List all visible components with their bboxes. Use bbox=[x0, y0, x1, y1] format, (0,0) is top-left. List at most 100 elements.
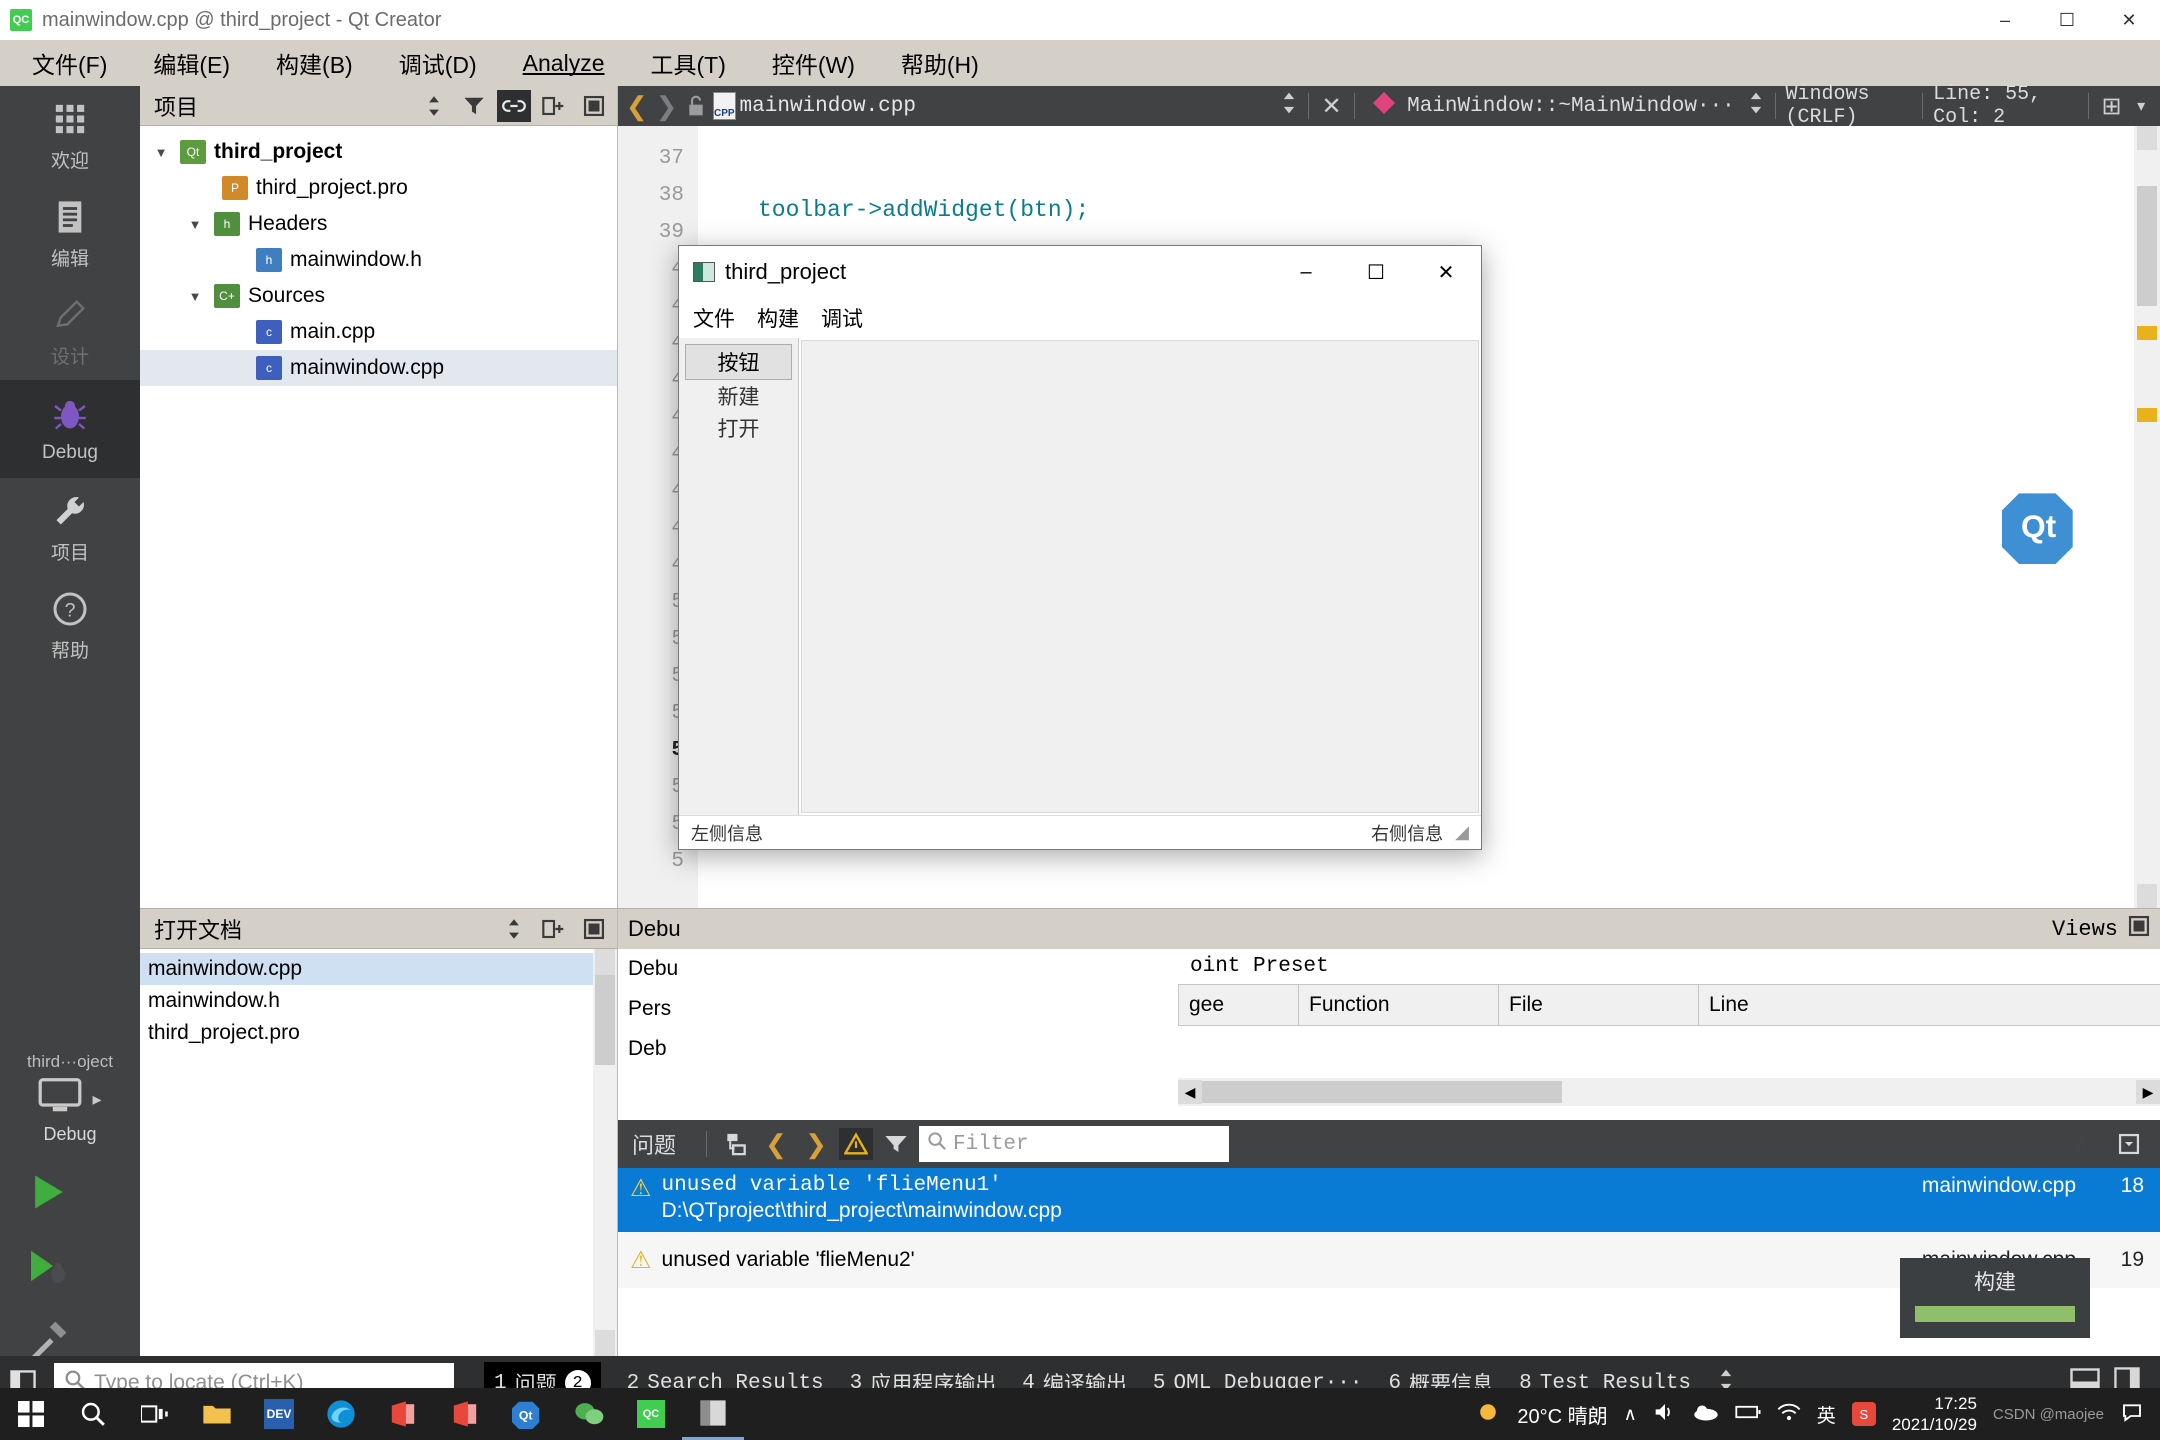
cloud-icon[interactable] bbox=[1693, 1401, 1719, 1428]
scroll-thumb[interactable] bbox=[595, 975, 615, 1065]
app-menu-debug[interactable]: 调试 bbox=[821, 303, 863, 333]
debug-button[interactable] bbox=[0, 1229, 140, 1303]
app-central-widget[interactable] bbox=[801, 340, 1479, 813]
menu-build[interactable]: 构建(B) bbox=[268, 42, 361, 84]
menu-edit[interactable]: 编辑(E) bbox=[145, 42, 238, 84]
list-item[interactable]: third_project.pro bbox=[140, 1017, 617, 1049]
tree-row-mainwindow-cpp[interactable]: c mainwindow.cpp bbox=[140, 350, 617, 386]
search-icon[interactable] bbox=[62, 1388, 124, 1440]
chevron-down-icon[interactable]: ▼ bbox=[150, 145, 172, 160]
mode-projects[interactable]: 项目 bbox=[0, 478, 140, 576]
split-icon[interactable] bbox=[537, 913, 571, 945]
chevron-up-icon[interactable]: ∧ bbox=[1624, 1404, 1637, 1425]
notification-icon[interactable] bbox=[2120, 1401, 2144, 1428]
column-header[interactable]: File bbox=[1498, 984, 1698, 1026]
battery-icon[interactable] bbox=[1735, 1402, 1761, 1427]
app-minimize-button[interactable]: – bbox=[1271, 246, 1341, 298]
filter-input[interactable]: Filter bbox=[919, 1126, 1230, 1162]
tree-row-project[interactable]: ▼ Qt third_project bbox=[140, 134, 617, 170]
mode-design[interactable]: 设计 bbox=[0, 282, 140, 380]
list-item[interactable]: mainwindow.h bbox=[140, 985, 617, 1017]
app-maximize-button[interactable]: ☐ bbox=[1341, 246, 1411, 298]
app-action-new[interactable]: 新建 bbox=[679, 380, 798, 412]
menu-tools[interactable]: 工具(T) bbox=[642, 42, 733, 84]
tree-row-mainwindow-h[interactable]: h mainwindow.h bbox=[140, 242, 617, 278]
close-panel-icon[interactable] bbox=[577, 90, 611, 122]
scroll-thumb[interactable] bbox=[1202, 1081, 1562, 1103]
sort-icon[interactable] bbox=[417, 90, 451, 122]
collapse-icon[interactable]: ∧ bbox=[2064, 1128, 2098, 1160]
mode-help[interactable]: ? 帮助 bbox=[0, 576, 140, 674]
line-ending-selector[interactable]: Windows (CRLF) bbox=[1786, 83, 1913, 129]
editor-dropdown-icon[interactable]: ▾ bbox=[2128, 90, 2154, 122]
column-header[interactable]: Function bbox=[1298, 984, 1498, 1026]
minimize-button[interactable]: – bbox=[1974, 0, 2036, 40]
chevron-down-icon[interactable]: ▼ bbox=[184, 289, 206, 304]
app-toolbar-button[interactable]: 按钮 bbox=[685, 344, 792, 380]
filter-icon[interactable] bbox=[879, 1128, 913, 1160]
mode-welcome[interactable]: 欢迎 bbox=[0, 86, 140, 184]
menu-analyze[interactable]: Analyze bbox=[515, 46, 613, 81]
column-header[interactable]: Line bbox=[1698, 984, 2160, 1026]
qt-icon[interactable]: Qt bbox=[496, 1388, 558, 1440]
app-action-open[interactable]: 打开 bbox=[679, 412, 798, 444]
filter-icon[interactable] bbox=[457, 90, 491, 122]
network-icon[interactable] bbox=[1777, 1402, 1801, 1427]
run-button[interactable] bbox=[0, 1155, 140, 1229]
close-dock-icon[interactable] bbox=[2128, 915, 2150, 943]
editor-file-dropdown[interactable] bbox=[1280, 90, 1298, 122]
unlocked-icon[interactable] bbox=[683, 90, 709, 122]
table-row[interactable]: ⚠ unused variable 'flieMenu1' D:\QTproje… bbox=[618, 1168, 2160, 1232]
sort-icon[interactable] bbox=[497, 913, 531, 945]
mode-edit[interactable]: 编辑 bbox=[0, 184, 140, 282]
active-app-icon[interactable] bbox=[682, 1388, 744, 1440]
split-icon[interactable] bbox=[537, 90, 571, 122]
link-icon[interactable] bbox=[497, 89, 531, 122]
scroll-up-arrow[interactable] bbox=[2137, 126, 2157, 150]
tree-row-sources[interactable]: ▼ C+ Sources bbox=[140, 278, 617, 314]
app-menu-build[interactable]: 构建 bbox=[757, 303, 799, 333]
third-project-app-window[interactable]: third_project – ☐ ✕ 文件 构建 调试 按钮 新建 打开 左侧… bbox=[678, 245, 1482, 850]
breakpoint-hscrollbar[interactable]: ◀ ▶ bbox=[1178, 1078, 2160, 1106]
scroll-down-arrow[interactable] bbox=[595, 1330, 615, 1356]
qtcreator-icon[interactable]: QC bbox=[620, 1388, 682, 1440]
volume-icon[interactable] bbox=[1653, 1401, 1677, 1428]
editor-close-icon[interactable]: ✕ bbox=[1319, 90, 1345, 122]
menu-help[interactable]: 帮助(H) bbox=[893, 42, 987, 84]
wechat-icon[interactable] bbox=[558, 1388, 620, 1440]
warning-filter-icon[interactable] bbox=[839, 1128, 874, 1160]
goto-icon[interactable] bbox=[719, 1128, 753, 1160]
resize-grip-icon[interactable]: ◢ bbox=[1455, 822, 1469, 843]
tree-row-headers[interactable]: ▼ h Headers bbox=[140, 206, 617, 242]
close-button[interactable]: ✕ bbox=[2098, 0, 2160, 40]
views-button[interactable]: Views bbox=[2052, 917, 2118, 942]
office2-icon[interactable] bbox=[434, 1388, 496, 1440]
editor-filename[interactable]: mainwindow.cpp bbox=[740, 95, 916, 118]
ime-icon[interactable]: 英 bbox=[1817, 1401, 1836, 1428]
nav-forward-icon[interactable]: ❯ bbox=[654, 90, 680, 122]
next-issue-icon[interactable]: ❯ bbox=[799, 1128, 833, 1160]
scroll-thumb[interactable] bbox=[2137, 186, 2157, 306]
scroll-down-arrow[interactable] bbox=[2137, 884, 2157, 908]
app-menu-file[interactable]: 文件 bbox=[693, 303, 735, 333]
more-options-icon[interactable] bbox=[2112, 1128, 2146, 1160]
warning-marker[interactable] bbox=[2137, 408, 2157, 422]
nav-back-icon[interactable]: ❮ bbox=[624, 90, 650, 122]
chevron-down-icon[interactable]: ▼ bbox=[184, 217, 206, 232]
sogou-icon[interactable]: S bbox=[1851, 1402, 1876, 1426]
prev-issue-icon[interactable]: ❮ bbox=[759, 1128, 793, 1160]
tree-row-pro-file[interactable]: P third_project.pro bbox=[140, 170, 617, 206]
taskview-icon[interactable] bbox=[124, 1388, 186, 1440]
scroll-up-arrow[interactable] bbox=[595, 949, 615, 975]
mode-debug[interactable]: Debug bbox=[0, 380, 140, 478]
explorer-icon[interactable] bbox=[186, 1388, 248, 1440]
open-documents-scrollbar[interactable] bbox=[593, 949, 617, 1356]
clock[interactable]: 17:25 2021/10/29 bbox=[1892, 1393, 1977, 1436]
warning-marker[interactable] bbox=[2137, 326, 2157, 340]
scroll-left-arrow[interactable]: ◀ bbox=[1178, 1080, 1202, 1104]
tree-row-main-cpp[interactable]: c main.cpp bbox=[140, 314, 617, 350]
maximize-button[interactable]: ☐ bbox=[2036, 0, 2098, 40]
menu-file[interactable]: 文件(F) bbox=[24, 42, 115, 84]
app-close-button[interactable]: ✕ bbox=[1411, 246, 1481, 298]
split-editor-icon[interactable]: ⊞ bbox=[2099, 90, 2125, 122]
